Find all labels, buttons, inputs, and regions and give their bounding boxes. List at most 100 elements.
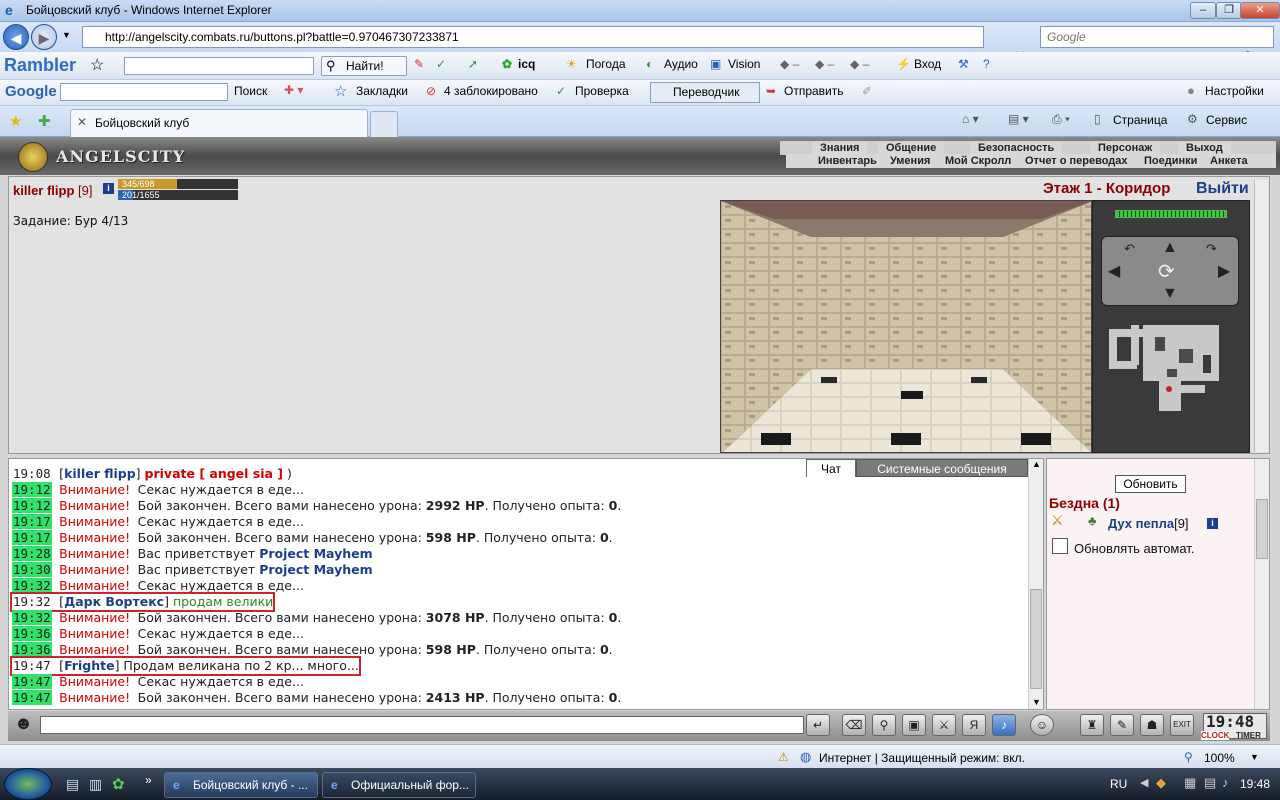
chat-scroll-thumb[interactable] <box>1030 589 1042 689</box>
tool-icon-1[interactable]: ◆ – <box>780 57 799 71</box>
info-icon[interactable]: i <box>103 183 114 194</box>
room-scroll-thumb[interactable] <box>1256 499 1268 559</box>
icq-label[interactable]: icq <box>518 57 535 71</box>
login-icon[interactable]: ⚡ <box>896 57 911 71</box>
weather-label[interactable]: Погода <box>586 57 626 71</box>
history-dropdown-icon[interactable]: ▼ <box>62 30 71 40</box>
private-label[interactable]: private [ angel sia ] <box>145 466 283 481</box>
weather-icon[interactable]: ☀ <box>566 57 577 71</box>
creature-name[interactable]: Дух пепла <box>1108 516 1174 531</box>
google-search-input[interactable] <box>60 83 228 101</box>
check-menu[interactable]: Проверка <box>575 84 629 98</box>
chat-log[interactable]: 19:08 [killer flipp] private [ angel sia… <box>8 458 1044 710</box>
menu-character[interactable]: Персонаж <box>1090 142 1161 154</box>
chat-input[interactable] <box>40 716 804 734</box>
auto-refresh-checkbox[interactable] <box>1052 538 1068 554</box>
arrow-left-icon[interactable]: ◀ <box>1108 261 1120 281</box>
google-search-button[interactable]: Поиск <box>234 84 267 98</box>
help-icon[interactable]: ? <box>983 57 990 71</box>
chat-time[interactable]: 19:08 <box>12 466 52 481</box>
chat-time[interactable]: 19:17 <box>12 514 52 529</box>
start-button[interactable] <box>4 768 52 800</box>
tray-arrow-icon[interactable]: ◀ <box>1140 776 1148 789</box>
quicklaunch-icon-2[interactable]: ▥ <box>89 776 102 793</box>
turn-right-icon[interactable]: ↷ <box>1206 241 1217 257</box>
exit-door-icon[interactable]: EXIT <box>1170 714 1194 736</box>
greeting-clan[interactable]: Project Mayhem <box>259 546 372 561</box>
music-icon[interactable]: ♪ <box>992 714 1016 736</box>
menu-security[interactable]: Безопасность <box>970 142 1063 154</box>
save-icon[interactable]: ▣ <box>902 714 926 736</box>
chat-time[interactable]: 19:17 <box>12 530 52 545</box>
chat-time[interactable]: 19:47 <box>12 690 52 705</box>
send-message-icon[interactable]: ↵ <box>806 714 830 736</box>
add-favorites-icon[interactable]: ✚ <box>38 112 51 130</box>
chat-scrollbar[interactable]: ▲ ▼ <box>1028 459 1043 709</box>
volume-icon[interactable]: ♪ <box>1222 775 1229 790</box>
chat-sender[interactable]: Дарк Вортекс <box>64 594 164 609</box>
exit-link[interactable]: Выйти <box>1196 180 1249 198</box>
zoom-level[interactable]: 100% <box>1204 751 1235 765</box>
tab-fight-club[interactable]: ✕ Бойцовский клуб <box>70 109 368 137</box>
clock-label[interactable]: CLOCK <box>1201 731 1230 740</box>
quicklaunch-more-icon[interactable]: » <box>145 773 152 787</box>
minimize-button[interactable]: – <box>1190 2 1216 19</box>
blocked-count[interactable]: 4 заблокировано <box>444 84 538 98</box>
language-indicator[interactable]: RU <box>1110 777 1127 791</box>
people-icon[interactable]: ☗ <box>1140 714 1164 736</box>
chat-sender[interactable]: killer flipp <box>64 466 136 481</box>
scroll-down-icon[interactable]: ▼ <box>1032 697 1041 707</box>
chat-time[interactable]: 19:36 <box>12 626 52 641</box>
tab-chat[interactable]: Чат <box>806 459 856 477</box>
creature-info-icon[interactable]: i <box>1207 518 1218 529</box>
arrow-down-icon[interactable]: ▼ <box>1162 285 1178 303</box>
fighter-icon[interactable]: ⚔ <box>932 714 956 736</box>
quicklaunch-icon-1[interactable]: ▤ <box>66 776 79 793</box>
chat-sender[interactable]: Frighte <box>64 658 115 673</box>
tool-icon-3[interactable]: ◆ – <box>850 57 869 71</box>
scroll-up-icon[interactable]: ▲ <box>1032 459 1041 469</box>
security-zone[interactable]: Интернет | Защищенный режим: вкл. <box>819 751 1025 765</box>
tray-icon-3[interactable]: ▤ <box>1204 775 1216 791</box>
chat-time[interactable]: 19:32 <box>12 594 52 609</box>
player-name[interactable]: killer flipp <box>13 183 74 198</box>
menu-inventory[interactable]: Инвентарь <box>818 155 877 167</box>
menu-skills[interactable]: Умения <box>890 155 930 167</box>
address-input[interactable]: http://angelscity.combats.ru/buttons.pl?… <box>82 26 984 48</box>
settings-menu[interactable]: Настройки <box>1205 84 1264 98</box>
dungeon-view[interactable] <box>720 200 1092 453</box>
find-button[interactable]: ⚲ Найти! <box>321 56 407 76</box>
arrow-icon[interactable]: ➚ <box>468 57 478 71</box>
translator-button[interactable]: Переводчик <box>650 82 760 103</box>
menu-battles[interactable]: Поединки <box>1144 155 1197 167</box>
service-menu[interactable]: Сервис <box>1206 113 1247 127</box>
zoom-dropdown-icon[interactable]: ▼ <box>1250 752 1259 762</box>
creature-entry[interactable]: Дух пепла[9] <box>1108 516 1189 531</box>
chat-time[interactable]: 19:12 <box>12 498 52 513</box>
taskbar-item-forum[interactable]: e Официальный фор... <box>322 772 476 798</box>
audio-label[interactable]: Аудио <box>664 57 698 71</box>
refresh-button[interactable]: Обновить <box>1115 475 1186 493</box>
timer-label[interactable]: TIMER <box>1236 731 1261 740</box>
chat-time[interactable]: 19:36 <box>12 642 52 657</box>
attack-icon[interactable]: ⚔ <box>1051 512 1064 529</box>
vision-label[interactable]: Vision <box>728 57 760 71</box>
feeds-icon[interactable]: ▤ ▾ <box>1008 112 1029 126</box>
taskbar-item-fightclub[interactable]: e Бойцовский клуб - ... <box>164 772 318 798</box>
maximize-button[interactable]: ❐ <box>1216 2 1242 19</box>
chat-time[interactable]: 19:12 <box>12 482 52 497</box>
tab-system-messages[interactable]: Системные сообщения <box>856 459 1028 477</box>
paperclip-icon[interactable]: ✐ <box>862 84 872 98</box>
new-tab-button[interactable] <box>370 111 398 137</box>
icq-icon[interactable]: ✿ <box>502 57 512 71</box>
top-scrollbar[interactable] <box>1254 180 1268 452</box>
tools-icon[interactable]: ⚒ <box>958 57 969 71</box>
chat-time[interactable]: 19:47 <box>12 674 52 689</box>
send-menu[interactable]: Отправить <box>784 84 844 98</box>
spellcheck-icon-2[interactable]: ✓ <box>556 84 566 98</box>
refresh-view-icon[interactable]: ⟳ <box>1158 259 1175 284</box>
pen-icon[interactable]: ✎ <box>414 57 424 71</box>
chat-time[interactable]: 19:28 <box>12 546 52 561</box>
smiley-head-icon[interactable]: ☻ <box>14 713 33 734</box>
chat-time[interactable]: 19:32 <box>12 578 52 593</box>
